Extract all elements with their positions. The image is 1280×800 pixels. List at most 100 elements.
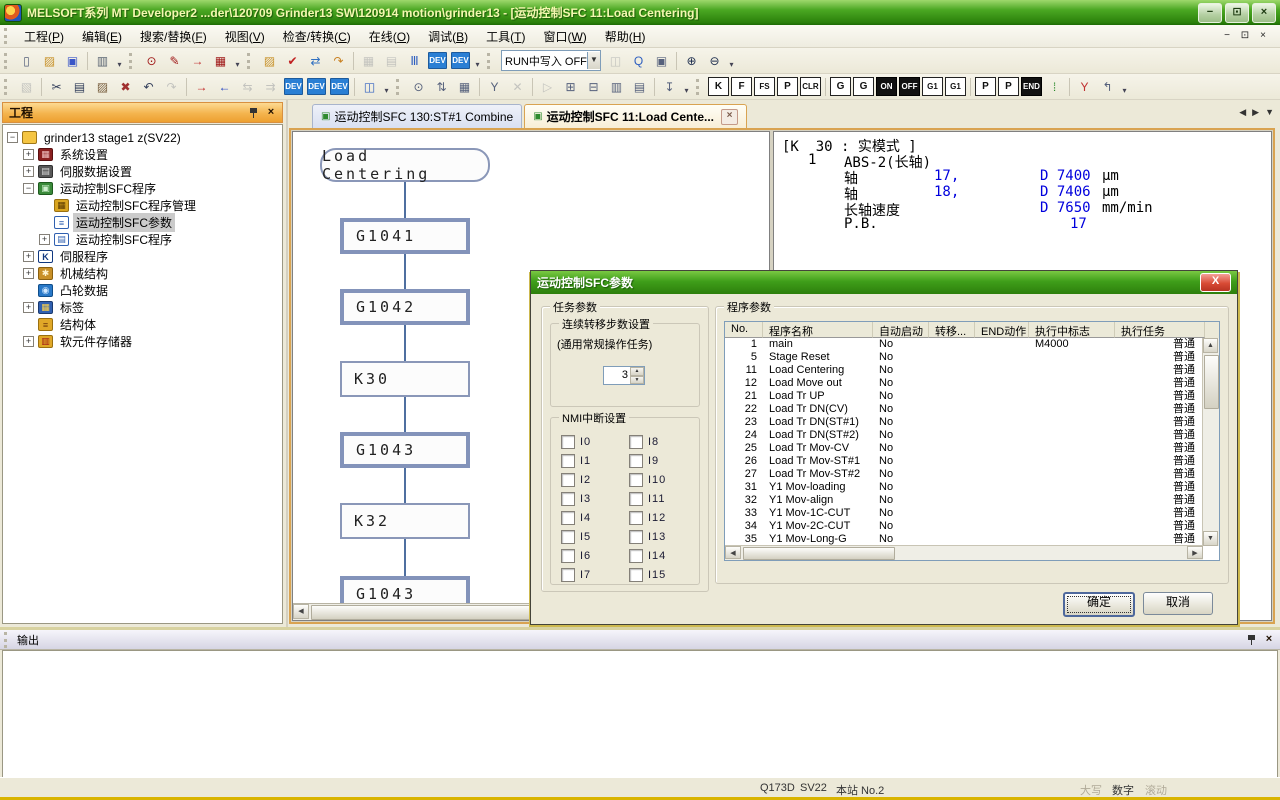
scroll-down-icon[interactable]: ▼ — [1203, 531, 1218, 546]
toolbar-grip[interactable] — [4, 53, 11, 69]
toolbar-overflow-icon[interactable]: ▾ — [114, 51, 125, 70]
frame-display-icon[interactable]: ▣ — [651, 51, 672, 71]
sfc-node-g1043[interactable]: G1043 — [340, 432, 470, 468]
sfc-node-k32[interactable]: K32 — [340, 503, 470, 539]
nmi-checkbox-i1[interactable] — [561, 454, 575, 468]
toolbar-grip[interactable] — [396, 79, 403, 95]
nmi-checkbox-i15[interactable] — [629, 568, 643, 582]
toolbar-overflow-icon[interactable]: ▾ — [381, 77, 392, 96]
sfc-node-load-centering[interactable]: Load Centering — [320, 148, 490, 182]
mdi-minimize-button[interactable]: − — [1218, 29, 1236, 44]
table-row[interactable]: 32Y1 Mov-alignNo普通 — [725, 494, 1219, 507]
menu-c[interactable]: 检查/转换(C) — [274, 25, 360, 48]
copy-icon[interactable]: ▤ — [69, 77, 90, 97]
tree-expander[interactable]: − — [23, 183, 34, 194]
sfc-branch-point-icon[interactable]: Y — [1074, 77, 1095, 97]
relay-convert-icon[interactable]: ⇄ — [305, 51, 326, 71]
dev-batch-icon[interactable]: DEV — [450, 51, 471, 71]
tree-item[interactable]: +▦系统设置 — [3, 146, 282, 163]
nmi-checkbox-i3[interactable] — [561, 492, 575, 506]
sfc-shift-g1-icon[interactable]: G1 — [922, 77, 943, 96]
table-header-自动启动[interactable]: 自动启动 — [873, 322, 929, 338]
table-row[interactable]: 33Y1 Mov-1C-CUTNo普通 — [725, 507, 1219, 520]
table-row[interactable]: 22Load Tr DN(CV)No普通 — [725, 403, 1219, 416]
tree-expander[interactable]: + — [23, 268, 34, 279]
project-check-icon[interactable]: ✔ — [282, 51, 303, 71]
table-row[interactable]: 11Load CenteringNo普通 — [725, 364, 1219, 377]
nmi-checkbox-i0[interactable] — [561, 435, 575, 449]
zoom-out-icon[interactable]: ⊖ — [704, 51, 725, 71]
nmi-checkbox-i4[interactable] — [561, 511, 575, 525]
output-panel-close-icon[interactable]: × — [1262, 633, 1276, 647]
table-vertical-scrollbar[interactable]: ▲ ▼ — [1202, 338, 1219, 546]
monitor-icon[interactable]: ◫ — [359, 77, 380, 97]
document-tab-1[interactable]: ▣运动控制SFC 130:ST#1 Combine — [312, 104, 522, 128]
table-row[interactable]: 21Load Tr UPNo普通 — [725, 390, 1219, 403]
tree-expander[interactable]: + — [23, 149, 34, 160]
sfc-symbol-f-icon[interactable]: F — [731, 77, 752, 96]
nmi-checkbox-i12[interactable] — [629, 511, 643, 525]
scrollbar-thumb[interactable] — [1204, 355, 1219, 409]
open-project-icon[interactable]: ▨ — [39, 51, 60, 71]
branch-insert-icon[interactable]: Y — [484, 77, 505, 97]
tree-item[interactable]: +▦标签 — [3, 299, 282, 316]
toolbar-overflow-icon[interactable]: ▾ — [681, 77, 692, 96]
tab-list-icon[interactable]: ▼ — [1265, 107, 1274, 118]
tree-item[interactable]: +K伺服程序 — [3, 248, 282, 265]
sfc-renumber-icon[interactable]: ⇅ — [431, 77, 452, 97]
table-row[interactable]: 34Y1 Mov-2C-CUTNo普通 — [725, 520, 1219, 533]
document-tab-2[interactable]: ▣运动控制SFC 11:Load Cente...× — [524, 104, 747, 128]
tree-expander[interactable]: + — [39, 234, 50, 245]
table-row[interactable]: 24Load Tr DN(ST#2)No普通 — [725, 429, 1219, 442]
tree-item[interactable]: +▥软元件存储器 — [3, 333, 282, 350]
toolbar-overflow-icon[interactable]: ▾ — [726, 51, 737, 70]
output-grip[interactable] — [4, 632, 11, 648]
toolbar-overflow-icon[interactable]: ▾ — [232, 51, 243, 70]
nmi-checkbox-i10[interactable] — [629, 473, 643, 487]
device-search-icon[interactable]: ⊙ — [141, 51, 162, 71]
table-horizontal-scrollbar[interactable]: ◀ ▶ — [725, 545, 1203, 560]
cancel-button[interactable]: 取消 — [1143, 592, 1213, 615]
dev-test-icon[interactable]: DEV — [329, 77, 350, 97]
jump-insert-icon[interactable]: ↧ — [659, 77, 680, 97]
tree-expander[interactable]: + — [23, 302, 34, 313]
paste-icon[interactable]: ▨ — [92, 77, 113, 97]
undo-icon[interactable]: ↶ — [138, 77, 159, 97]
table-header-程序名称[interactable]: 程序名称 — [763, 322, 873, 338]
table-row[interactable]: 12Load Move outNo普通 — [725, 377, 1219, 390]
nmi-checkbox-i6[interactable] — [561, 549, 575, 563]
tree-item[interactable]: ◉凸轮数据 — [3, 282, 282, 299]
save-project-icon[interactable]: ▣ — [62, 51, 83, 71]
sfc-wait-g1-icon[interactable]: G1 — [945, 77, 966, 96]
tree-item[interactable]: ≡结构体 — [3, 316, 282, 333]
sfc-symbol-clr-icon[interactable]: CLR — [800, 77, 821, 96]
toolbar-grip[interactable] — [487, 53, 494, 69]
dev-assignment-icon[interactable]: DEV — [427, 51, 448, 71]
scrollbar-thumb[interactable] — [743, 547, 895, 560]
axis-assignment-icon[interactable]: Ⅲ — [404, 51, 425, 71]
nmi-checkbox-i8[interactable] — [629, 435, 643, 449]
nmi-checkbox-i2[interactable] — [561, 473, 575, 487]
window-cascade-icon[interactable]: ▦ — [358, 51, 379, 71]
scroll-right-icon[interactable]: ▶ — [1187, 546, 1203, 559]
print-icon[interactable]: ▥ — [92, 51, 113, 71]
program-parameter-table[interactable]: No.程序名称自动启动转移...END动作执行中标志执行任务 1mainNoM4… — [724, 321, 1220, 561]
table-header-执行任务[interactable]: 执行任务 — [1115, 322, 1205, 338]
new-project-icon[interactable]: ▯ — [16, 51, 37, 71]
scroll-left-icon[interactable]: ◀ — [293, 604, 309, 619]
delete-icon[interactable]: ✖ — [115, 77, 136, 97]
spinner-down-icon[interactable]: ▼ — [630, 376, 644, 385]
tree-expander[interactable]: − — [7, 132, 18, 143]
scroll-left-icon[interactable]: ◀ — [725, 546, 741, 559]
select-arrow-icon[interactable]: ▷ — [537, 77, 558, 97]
device-replace-icon[interactable]: ✎ — [164, 51, 185, 71]
sfc-pointer-icon[interactable]: P — [975, 77, 996, 96]
transition-insert-icon[interactable]: ⊟ — [583, 77, 604, 97]
pin-icon[interactable] — [247, 106, 261, 120]
dialog-title-bar[interactable]: 运动控制SFC参数 X — [531, 271, 1237, 294]
project-panel-close-icon[interactable]: × — [264, 106, 278, 120]
table-row[interactable]: 5Stage ResetNo普通 — [725, 351, 1219, 364]
toolbar-overflow-icon[interactable]: ▾ — [472, 51, 483, 70]
device-display-icon[interactable]: ▦ — [210, 51, 231, 71]
menu-o[interactable]: 在线(O) — [360, 25, 419, 48]
